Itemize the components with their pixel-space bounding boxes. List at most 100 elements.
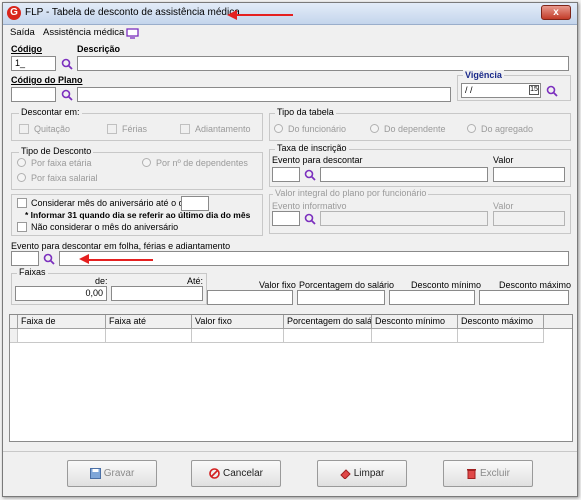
considerar-aniversario-label: Considerar mês do aniversário até o dia (31, 198, 191, 208)
taxa-evento-code-input[interactable] (272, 167, 300, 182)
grid-col-desconto-maximo[interactable]: Desconto máximo (458, 315, 544, 329)
faixa-etaria-radio[interactable] (17, 158, 26, 167)
grid-cell[interactable] (372, 329, 458, 343)
informar-note: * Informar 31 quando dia se referir ao ú… (25, 210, 251, 220)
grid-cell[interactable] (284, 329, 372, 343)
grid-cell[interactable] (18, 329, 106, 343)
close-button[interactable]: x (541, 5, 571, 20)
integral-valor-input[interactable] (493, 211, 565, 226)
cancelar-label: Cancelar (222, 468, 264, 479)
num-dependentes-label: Por nº de dependentes (156, 158, 248, 168)
codigo-input[interactable]: 1_ (11, 56, 56, 71)
grid-cell[interactable] (458, 329, 544, 343)
integral-evento-desc-input[interactable] (320, 211, 488, 226)
faixas-title: Faixas (17, 267, 48, 277)
annotation-arrowhead-evento (79, 254, 89, 264)
cancel-icon (209, 468, 220, 479)
ferias-checkbox[interactable] (107, 124, 117, 134)
porcentagem-input[interactable] (297, 290, 385, 305)
grid-col-porcentagem[interactable]: Porcentagem do salário (284, 315, 372, 329)
desconto-minimo-input[interactable] (389, 290, 475, 305)
faixa-etaria-label: Por faixa etária (31, 158, 92, 168)
descricao-label: Descrição (77, 44, 121, 54)
main-window: G FLP - Tabela de desconto de assistênci… (2, 2, 578, 497)
button-bar: Gravar Cancelar Limpar Excluir (3, 451, 577, 497)
grid-cell[interactable] (192, 329, 284, 343)
num-dependentes-radio[interactable] (142, 158, 151, 167)
quitacao-checkbox[interactable] (19, 124, 29, 134)
eraser-icon (339, 469, 351, 479)
gravar-label: Gravar (103, 468, 135, 479)
limpar-button[interactable]: Limpar (317, 460, 407, 487)
descontar-em-title: Descontar em: (19, 107, 82, 117)
adiantamento-checkbox[interactable] (180, 124, 190, 134)
window-title: FLP - Tabela de desconto de assistência … (25, 7, 240, 18)
faixa-de-label: de: (95, 276, 108, 286)
taxa-valor-label: Valor (493, 155, 514, 165)
desconto-minimo-label: Desconto mínimo (411, 280, 482, 290)
search-icon[interactable] (61, 89, 73, 101)
faixas-grid[interactable]: Faixa de Faixa até Valor fixo Porcentage… (9, 314, 573, 442)
annotation-arrow-evento (87, 259, 153, 261)
grid-indicator-header (10, 315, 18, 329)
descricao-input[interactable] (77, 56, 569, 71)
plano-descricao-input[interactable] (77, 87, 451, 102)
do-dependente-label: Do dependente (384, 124, 446, 134)
codigo-plano-label: Código do Plano (11, 75, 83, 85)
tipo-desconto-title: Tipo de Desconto (19, 146, 94, 156)
codigo-label: Código (11, 44, 42, 54)
integral-evento-code-input[interactable] (272, 211, 300, 226)
grid-col-valor-fixo[interactable]: Valor fixo (192, 315, 284, 329)
menu-assistencia-medica[interactable]: Assistência médica (43, 27, 124, 38)
search-icon[interactable] (43, 253, 55, 265)
annotation-arrow-title (235, 14, 293, 16)
search-icon[interactable] (304, 169, 316, 181)
nao-considerar-aniversario-checkbox[interactable] (17, 222, 27, 232)
trash-icon (466, 468, 476, 479)
monitor-icon[interactable] (126, 28, 139, 39)
faixa-de-input[interactable]: 0,00 (15, 286, 107, 301)
app-logo-icon: G (7, 6, 21, 20)
desconto-maximo-label: Desconto máximo (499, 280, 572, 290)
faixa-ate-input[interactable] (111, 286, 203, 301)
nao-considerar-aniversario-label: Não considerar o mês do aniversário (31, 222, 179, 232)
search-icon[interactable] (546, 85, 558, 97)
search-icon[interactable] (304, 213, 316, 225)
ferias-label: Férias (122, 124, 148, 134)
do-funcionario-label: Do funcionário (288, 124, 347, 134)
taxa-inscricao-title: Taxa de inscrição (275, 143, 349, 153)
taxa-evento-desc-input[interactable] (320, 167, 488, 182)
grid-row-indicator[interactable] (10, 329, 18, 343)
desconto-maximo-input[interactable] (479, 290, 569, 305)
porcentagem-label: Porcentagem do salário (299, 280, 395, 290)
taxa-valor-input[interactable] (493, 167, 565, 182)
grid-col-desconto-minimo[interactable]: Desconto mínimo (372, 315, 458, 329)
menu-bar: Saída Assistência médica (3, 25, 577, 41)
do-agregado-radio[interactable] (467, 124, 476, 133)
excluir-label: Excluir (479, 468, 510, 479)
evento-informativo-label: Evento informativo (272, 201, 347, 211)
valor-fixo-input[interactable] (207, 290, 293, 305)
menu-saida[interactable]: Saída (10, 27, 35, 38)
aniversario-dia-input[interactable] (181, 196, 209, 211)
gravar-button[interactable]: Gravar (67, 460, 157, 487)
evento-folha-code-input[interactable] (11, 251, 39, 266)
valor-integral-title: Valor integral do plano por funcionário (273, 188, 429, 198)
save-icon (89, 467, 101, 479)
do-funcionario-radio[interactable] (274, 124, 283, 133)
codigo-plano-input[interactable] (11, 87, 56, 102)
excluir-button[interactable]: Excluir (443, 460, 533, 487)
faixa-ate-label: Até: (187, 276, 204, 286)
grid-cell[interactable] (106, 329, 192, 343)
limpar-label: Limpar (353, 468, 385, 479)
grid-col-faixa-de[interactable]: Faixa de (18, 315, 106, 329)
calendar-icon[interactable]: 15 (529, 85, 539, 95)
adiantamento-label: Adiantamento (195, 124, 251, 134)
considerar-aniversario-checkbox[interactable] (17, 198, 27, 208)
faixa-salarial-radio[interactable] (17, 173, 26, 182)
grid-col-faixa-ate[interactable]: Faixa até (106, 315, 192, 329)
annotation-arrowhead-title (227, 10, 237, 20)
cancelar-button[interactable]: Cancelar (191, 460, 281, 487)
search-icon[interactable] (61, 58, 73, 70)
do-dependente-radio[interactable] (370, 124, 379, 133)
